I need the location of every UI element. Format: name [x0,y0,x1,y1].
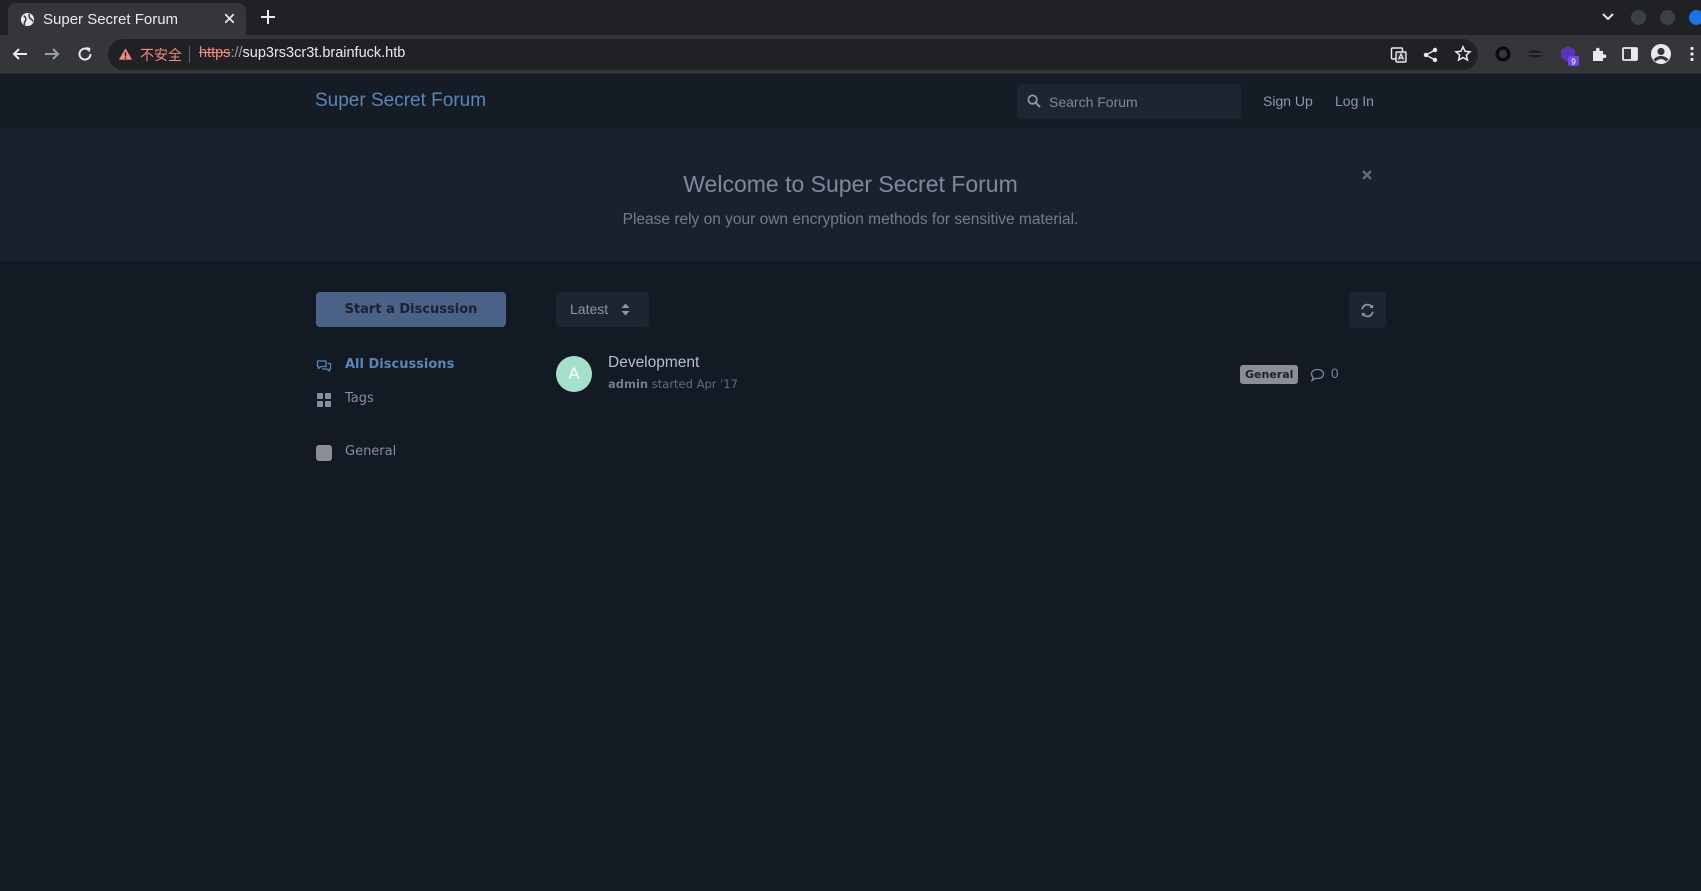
new-tab-icon[interactable] [258,7,278,27]
forum-header: Super Secret Forum Sign Up Log In [0,75,1701,128]
extension-mask-icon[interactable] [1526,45,1544,63]
tab-close-icon[interactable] [221,10,238,27]
nav-label: All Discussions [345,357,455,372]
search-icon [1027,94,1041,108]
window-close-button[interactable] [1689,10,1701,25]
site-title[interactable]: Super Secret Forum [315,90,486,112]
url-text[interactable]: https://sup3rs3cr3t.brainfuck.htb [199,45,405,61]
sort-label: Latest [570,301,609,317]
hero-close-icon[interactable] [1360,168,1374,182]
forward-icon[interactable] [43,45,61,63]
warning-icon [118,48,133,60]
search-box[interactable] [1017,84,1241,119]
browser-tab[interactable]: Super Secret Forum [8,3,246,35]
globe-icon [20,12,35,27]
translate-icon[interactable] [1390,46,1408,64]
grid-icon [317,393,331,407]
refresh-icon [1361,303,1374,318]
maximize-button[interactable] [1660,10,1675,25]
chevron-down-icon[interactable] [1600,10,1616,24]
reload-icon[interactable] [76,45,94,63]
discussion-author[interactable]: admin [608,377,648,391]
sort-dropdown[interactable]: Latest [556,292,649,327]
url-separator: :// [230,45,243,61]
browser-tabstrip: Super Secret Forum [0,0,1701,35]
minimize-button[interactable] [1631,10,1646,25]
welcome-hero: Welcome to Super Secret Forum Please rel… [0,128,1701,261]
reply-count: 0 [1310,366,1342,384]
log-in-link[interactable]: Log In [1335,93,1374,109]
comments-icon [316,360,332,372]
discussion-tag-badge[interactable]: General [1240,365,1299,384]
start-discussion-button[interactable]: Start a Discussion [316,292,506,327]
discussion-started: started Apr '17 [648,377,738,391]
share-icon[interactable] [1422,46,1440,64]
comment-icon [1310,368,1325,382]
extension-badge-icon[interactable]: 9 [1558,44,1580,66]
tab-title: Super Secret Forum [43,11,179,28]
discussion-row[interactable]: A Development admin started Apr '17 Gene… [556,352,1346,398]
side-panel-icon[interactable] [1621,45,1639,63]
hero-description: Please rely on your own encryption metho… [622,211,1079,228]
address-bar[interactable]: 不安全 https://sup3rs3cr3t.brainfuck.htb [108,39,1478,70]
extensions-puzzle-icon[interactable] [1590,45,1608,63]
url-host: sup3rs3cr3t.brainfuck.htb [242,45,406,61]
hero-title: Welcome to Super Secret Forum [683,171,1018,197]
sort-caret-icon [621,303,630,316]
more-menu-icon[interactable] [1688,45,1696,63]
url-scheme: https [199,45,231,61]
security-label[interactable]: 不安全 [140,45,182,65]
browser-toolbar: 不安全 https://sup3rs3cr3t.brainfuck.htb 9 [0,35,1701,74]
extension-circle-icon[interactable] [1494,45,1512,63]
discussion-meta: admin started Apr '17 [608,377,738,391]
extension-badge-count: 9 [1571,56,1576,66]
refresh-button[interactable] [1349,292,1386,328]
reply-count-value: 0 [1331,366,1339,381]
search-input[interactable] [1049,84,1235,119]
sign-up-link[interactable]: Sign Up [1263,93,1313,109]
tag-color-swatch [316,445,332,461]
back-icon[interactable] [11,45,29,63]
nav-label: Tags [345,391,374,406]
profile-avatar-icon[interactable] [1650,43,1672,65]
nav-label: General [345,444,397,459]
discussion-title[interactable]: Development [608,354,699,372]
avatar[interactable]: A [556,356,592,392]
bookmark-star-icon[interactable] [1454,45,1472,63]
address-divider [189,46,190,63]
